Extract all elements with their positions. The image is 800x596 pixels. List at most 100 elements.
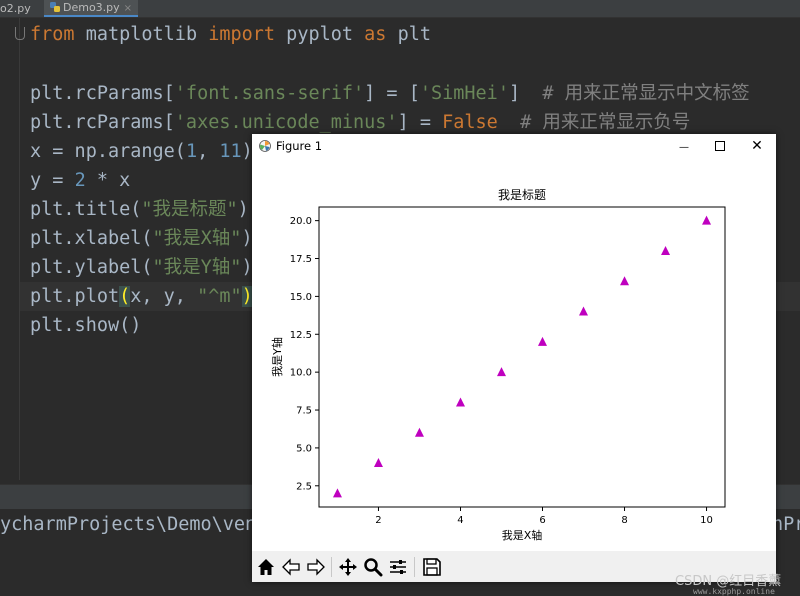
maximize-icon xyxy=(715,141,725,151)
minimize-icon: — xyxy=(679,142,689,153)
tab-demo3[interactable]: Demo3.py × xyxy=(44,0,139,17)
save-icon xyxy=(423,558,441,576)
code-comment: # 用来正常显示中文标签 xyxy=(542,83,750,104)
code-text: plt.plot xyxy=(30,286,120,307)
code-line-5[interactable]: x = np.arange(1, 11) xyxy=(30,137,253,166)
code-line-7[interactable]: plt.title("我是标题") xyxy=(30,195,249,224)
maximize-button[interactable] xyxy=(702,134,738,159)
code-text: x = np.arange( xyxy=(30,141,186,162)
code-text: plt.rcParams[ xyxy=(30,83,175,104)
code-line-4[interactable]: plt.rcParams['axes.unicode_minus'] = Fal… xyxy=(30,108,690,137)
tab-previous-file[interactable]: o2.py × xyxy=(0,0,36,17)
chart-title: 我是标题 xyxy=(498,188,546,202)
toolbar-separator xyxy=(331,557,332,577)
x-tick-label: 2 xyxy=(375,515,381,526)
number-literal: 11 xyxy=(219,141,242,162)
boolean-literal: False xyxy=(442,112,498,133)
code-text: x, y, xyxy=(130,286,198,307)
close-icon: ✕ xyxy=(751,138,763,154)
code-line-6[interactable]: y = 2 * x xyxy=(30,166,130,195)
string-literal: "^m" xyxy=(197,286,242,307)
close-tab-icon[interactable]: × xyxy=(124,3,132,14)
code-text: plt xyxy=(386,24,431,45)
back-button[interactable] xyxy=(279,555,303,579)
string-literal: "我是标题" xyxy=(141,199,238,220)
y-tick-label: 10.0 xyxy=(290,368,312,379)
configure-subplots-icon xyxy=(390,560,406,574)
home-icon xyxy=(258,559,274,575)
gutter-divider xyxy=(19,18,20,480)
string-literal: 'SimHei' xyxy=(419,83,509,104)
home-button[interactable] xyxy=(254,555,278,579)
y-axis-ticks: 2.5 5.0 7.5 10.0 12.5 15.0 17.5 20.0 xyxy=(290,216,319,492)
x-tick-label: 4 xyxy=(457,515,463,526)
save-button[interactable] xyxy=(420,555,444,579)
zoom-icon xyxy=(364,558,383,577)
keyword: import xyxy=(208,24,276,45)
close-tab-icon[interactable]: × xyxy=(35,4,36,15)
y-tick-label: 20.0 xyxy=(290,216,312,227)
code-line-11[interactable]: plt.show() xyxy=(30,311,141,340)
code-line-9[interactable]: plt.ylabel("我是Y轴") xyxy=(30,253,253,282)
tab-label: o2.py xyxy=(0,2,31,15)
code-text: matplotlib xyxy=(74,24,209,45)
code-text: plt.show() xyxy=(30,315,142,336)
code-text: y = xyxy=(30,170,75,191)
code-text: pyplot xyxy=(275,24,365,45)
code-text: plt.ylabel( xyxy=(30,257,153,278)
configure-subplots-button[interactable] xyxy=(386,555,410,579)
console-path-text-right: nPr xyxy=(772,514,800,535)
code-text: ] xyxy=(508,83,543,104)
code-text: ) xyxy=(241,257,253,278)
x-tick-label: 8 xyxy=(621,515,627,526)
code-text: , xyxy=(197,141,220,162)
fold-marker-icon[interactable] xyxy=(15,27,25,40)
keyword: from xyxy=(30,24,75,45)
code-line-3[interactable]: plt.rcParams['font.sans-serif'] = ['SimH… xyxy=(30,79,750,108)
string-literal: "我是X轴" xyxy=(152,228,242,249)
y-tick-label: 15.0 xyxy=(290,292,312,303)
x-axis-label: 我是X轴 xyxy=(502,528,543,542)
code-text: plt.title( xyxy=(30,199,142,220)
editor-tab-bar: o2.py × Demo3.py × xyxy=(0,0,800,18)
code-text: ) xyxy=(237,199,249,220)
y-axis-label: 我是Y轴 xyxy=(270,337,284,377)
x-tick-label: 10 xyxy=(700,515,713,526)
code-comment: # 用来正常显示负号 xyxy=(520,112,691,133)
code-text: ] = [ xyxy=(364,83,420,104)
scatter-chart: 我是标题 2 4 6 8 10 2.5 5.0 7.5 10.0 12.5 15.0 17.5 20.… xyxy=(270,188,726,542)
y-tick-label: 7.5 xyxy=(296,406,312,417)
code-text: * x xyxy=(85,170,131,191)
y-tick-label: 17.5 xyxy=(290,254,312,265)
code-line-1[interactable]: from matplotlib import pyplot as plt xyxy=(30,20,431,49)
matched-bracket: ( xyxy=(119,286,131,307)
python-file-icon xyxy=(50,2,60,12)
forward-arrow-icon xyxy=(307,558,325,576)
window-title: Figure 1 xyxy=(276,139,323,153)
code-text: ] = xyxy=(397,112,443,133)
close-button[interactable]: ✕ xyxy=(739,134,775,159)
string-literal: "我是Y轴" xyxy=(152,257,242,278)
x-axis-ticks: 2 4 6 8 10 xyxy=(375,507,713,526)
string-literal: 'font.sans-serif' xyxy=(174,83,365,104)
forward-button[interactable] xyxy=(304,555,328,579)
minimize-button[interactable]: — xyxy=(666,134,702,159)
string-literal: 'axes.unicode_minus' xyxy=(174,112,398,133)
code-text: plt.rcParams[ xyxy=(30,112,175,133)
y-tick-label: 2.5 xyxy=(296,481,312,492)
y-tick-label: 12.5 xyxy=(290,330,312,341)
window-title-bar[interactable]: Figure 1 — ✕ xyxy=(252,134,776,159)
pan-button[interactable] xyxy=(336,555,360,579)
x-tick-label: 6 xyxy=(539,515,545,526)
console-path-text: ycharmProjects\Demo\venv\ xyxy=(0,514,279,535)
watermark-url: www.kxpphp.online xyxy=(693,587,775,596)
code-line-8[interactable]: plt.xlabel("我是X轴") xyxy=(30,224,253,253)
zoom-button[interactable] xyxy=(361,555,385,579)
number-literal: 1 xyxy=(185,141,198,162)
figure-canvas[interactable]: 我是标题 2 4 6 8 10 2.5 5.0 7.5 10.0 12.5 15.0 17.5 20.… xyxy=(252,159,776,551)
tab-label: Demo3.py xyxy=(63,1,120,14)
keyword: as xyxy=(364,24,387,45)
code-text: plt.xlabel( xyxy=(30,228,153,249)
matplotlib-figure-window[interactable]: Figure 1 — ✕ 我是标题 2 4 6 8 10 2.5 5.0 7.5 10.0 12… xyxy=(252,134,776,582)
